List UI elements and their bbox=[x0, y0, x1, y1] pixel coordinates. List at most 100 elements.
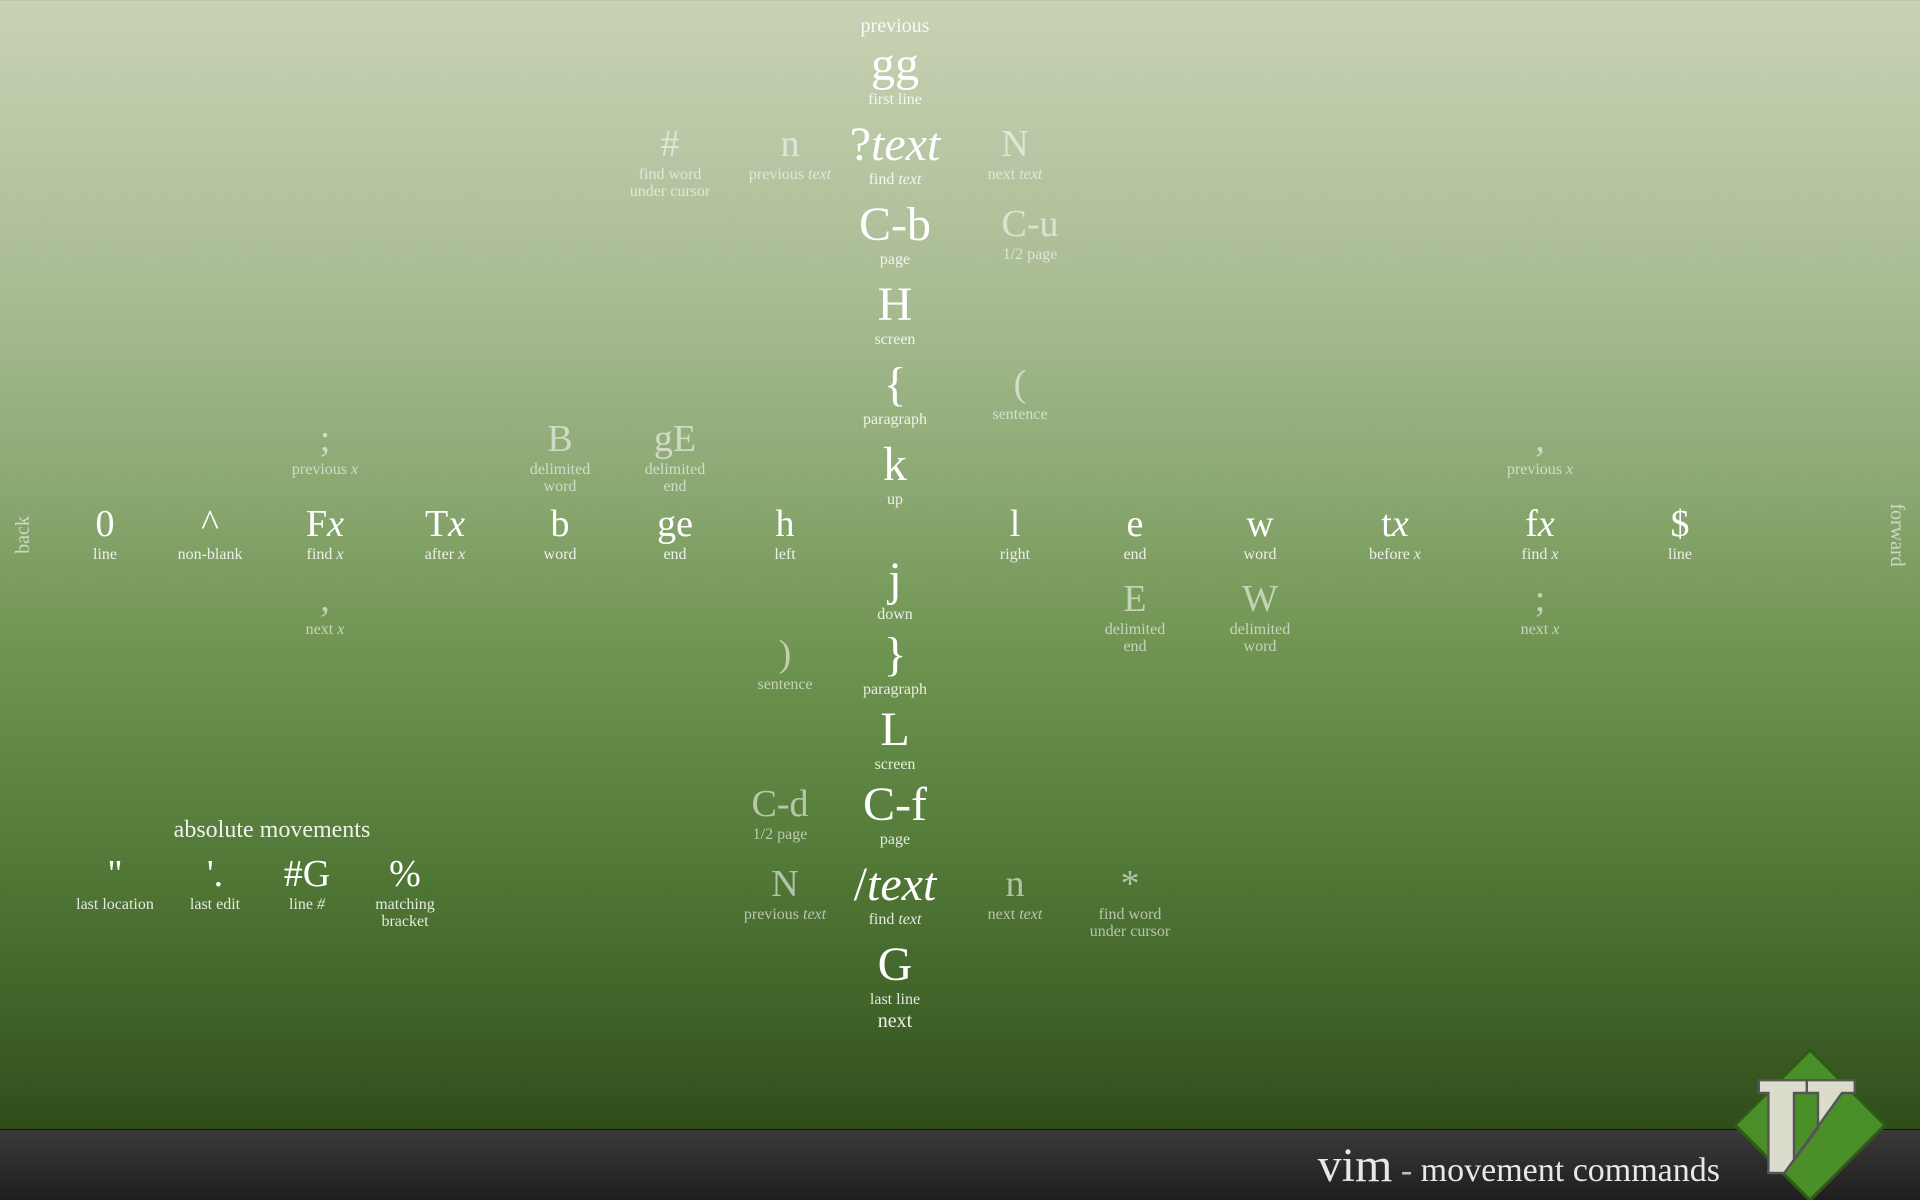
desc: next text bbox=[988, 907, 1043, 924]
desc: page bbox=[859, 252, 931, 269]
cmd-lparen: ( sentence bbox=[992, 365, 1047, 424]
key: e bbox=[1123, 505, 1146, 545]
desc: line bbox=[1668, 547, 1692, 564]
key: fx bbox=[1522, 505, 1559, 545]
cmd-cb: C-b page bbox=[859, 200, 931, 269]
key: n bbox=[749, 125, 831, 165]
desc2: under cursor bbox=[1090, 924, 1170, 941]
cmd-semi-left: ; previous x bbox=[292, 420, 358, 479]
header-next: next bbox=[878, 1010, 912, 1033]
desc2: word bbox=[530, 479, 590, 496]
header-back: back bbox=[12, 516, 35, 554]
cmd-h: h left bbox=[774, 505, 795, 564]
desc: line bbox=[93, 547, 117, 564]
desc: previous x bbox=[292, 462, 358, 479]
desc: next x bbox=[306, 622, 345, 639]
desc2: end bbox=[645, 479, 705, 496]
key: C-d bbox=[752, 785, 809, 825]
desc: find word bbox=[1090, 907, 1170, 924]
cmd-tick-tick: '' last location bbox=[76, 855, 154, 914]
desc: non-blank bbox=[178, 547, 243, 564]
key: ) bbox=[757, 635, 812, 675]
cmd-hash: # find word under cursor bbox=[630, 125, 710, 200]
key: n bbox=[988, 865, 1043, 905]
cmd-percent: % matching bracket bbox=[375, 855, 435, 930]
desc: find x bbox=[1522, 547, 1559, 564]
cmd-H: H screen bbox=[875, 280, 916, 349]
cmd-j: j down bbox=[877, 555, 913, 624]
desc: 1/2 page bbox=[1002, 247, 1059, 264]
header-previous: previous bbox=[861, 15, 930, 38]
desc: next x bbox=[1521, 622, 1560, 639]
cmd-tick-dot: '. last edit bbox=[190, 855, 240, 914]
desc: left bbox=[774, 547, 795, 564]
key: b bbox=[544, 505, 577, 545]
footer-vim: vim bbox=[1318, 1139, 1393, 1192]
cmd-caret: ^ non-blank bbox=[178, 505, 243, 564]
desc: screen bbox=[875, 332, 916, 349]
cmd-n-up: n previous text bbox=[749, 125, 831, 184]
key: E bbox=[1105, 580, 1165, 620]
cmd-rbrace: } paragraph bbox=[863, 630, 927, 699]
desc: paragraph bbox=[863, 412, 927, 429]
cmd-star: * find word under cursor bbox=[1090, 865, 1170, 940]
cmd-comma-left: , next x bbox=[306, 580, 345, 639]
cmd-E: E delimited end bbox=[1105, 580, 1165, 655]
desc: delimited bbox=[1105, 622, 1165, 639]
desc: last location bbox=[76, 897, 154, 914]
desc: after x bbox=[425, 547, 465, 564]
key: C-u bbox=[1002, 205, 1059, 245]
key: N bbox=[988, 125, 1043, 165]
key: H bbox=[875, 280, 916, 330]
key: '. bbox=[190, 855, 240, 895]
key: ; bbox=[292, 420, 358, 460]
cmd-W: W delimited word bbox=[1230, 580, 1290, 655]
desc: sentence bbox=[757, 677, 812, 694]
desc: find word bbox=[630, 167, 710, 184]
cmd-k: k up bbox=[883, 440, 907, 509]
key: % bbox=[375, 855, 435, 895]
desc: delimited bbox=[645, 462, 705, 479]
cmd-l: l right bbox=[1000, 505, 1030, 564]
desc2: word bbox=[1230, 639, 1290, 656]
key: j bbox=[877, 555, 913, 605]
cmd-search-back: ?text find text bbox=[850, 120, 941, 189]
key: #G bbox=[284, 855, 330, 895]
desc: find text bbox=[850, 172, 941, 189]
key: /text bbox=[854, 860, 937, 910]
desc: 1/2 page bbox=[752, 827, 809, 844]
desc: down bbox=[877, 607, 913, 624]
key: , bbox=[1507, 420, 1573, 460]
cmd-fx: fx find x bbox=[1522, 505, 1559, 564]
key: Tx bbox=[425, 505, 465, 545]
key: gE bbox=[645, 420, 705, 460]
cmd-lbrace: { paragraph bbox=[863, 360, 927, 429]
key: } bbox=[863, 630, 927, 680]
key: $ bbox=[1668, 505, 1692, 545]
cmd-hashG: #G line # bbox=[284, 855, 330, 914]
cmd-w: w word bbox=[1244, 505, 1277, 564]
desc: previous text bbox=[749, 167, 831, 184]
key: h bbox=[774, 505, 795, 545]
key: L bbox=[875, 705, 916, 755]
key: , bbox=[306, 580, 345, 620]
desc: sentence bbox=[992, 407, 1047, 424]
desc: last line bbox=[870, 992, 920, 1009]
key: C-b bbox=[859, 200, 931, 250]
cmd-e: e end bbox=[1123, 505, 1146, 564]
key: B bbox=[530, 420, 590, 460]
desc: before x bbox=[1369, 547, 1421, 564]
desc: previous text bbox=[744, 907, 826, 924]
cmd-b: b word bbox=[544, 505, 577, 564]
header-forward: forward bbox=[1885, 503, 1908, 566]
cmd-G: G last line bbox=[870, 940, 920, 1009]
desc: first line bbox=[868, 92, 922, 109]
desc: paragraph bbox=[863, 682, 927, 699]
key: gg bbox=[868, 40, 922, 90]
cmd-Tx: Tx after x bbox=[425, 505, 465, 564]
desc: page bbox=[863, 832, 927, 849]
desc: end bbox=[657, 547, 693, 564]
key: { bbox=[863, 360, 927, 410]
key: 0 bbox=[93, 505, 117, 545]
desc: right bbox=[1000, 547, 1030, 564]
